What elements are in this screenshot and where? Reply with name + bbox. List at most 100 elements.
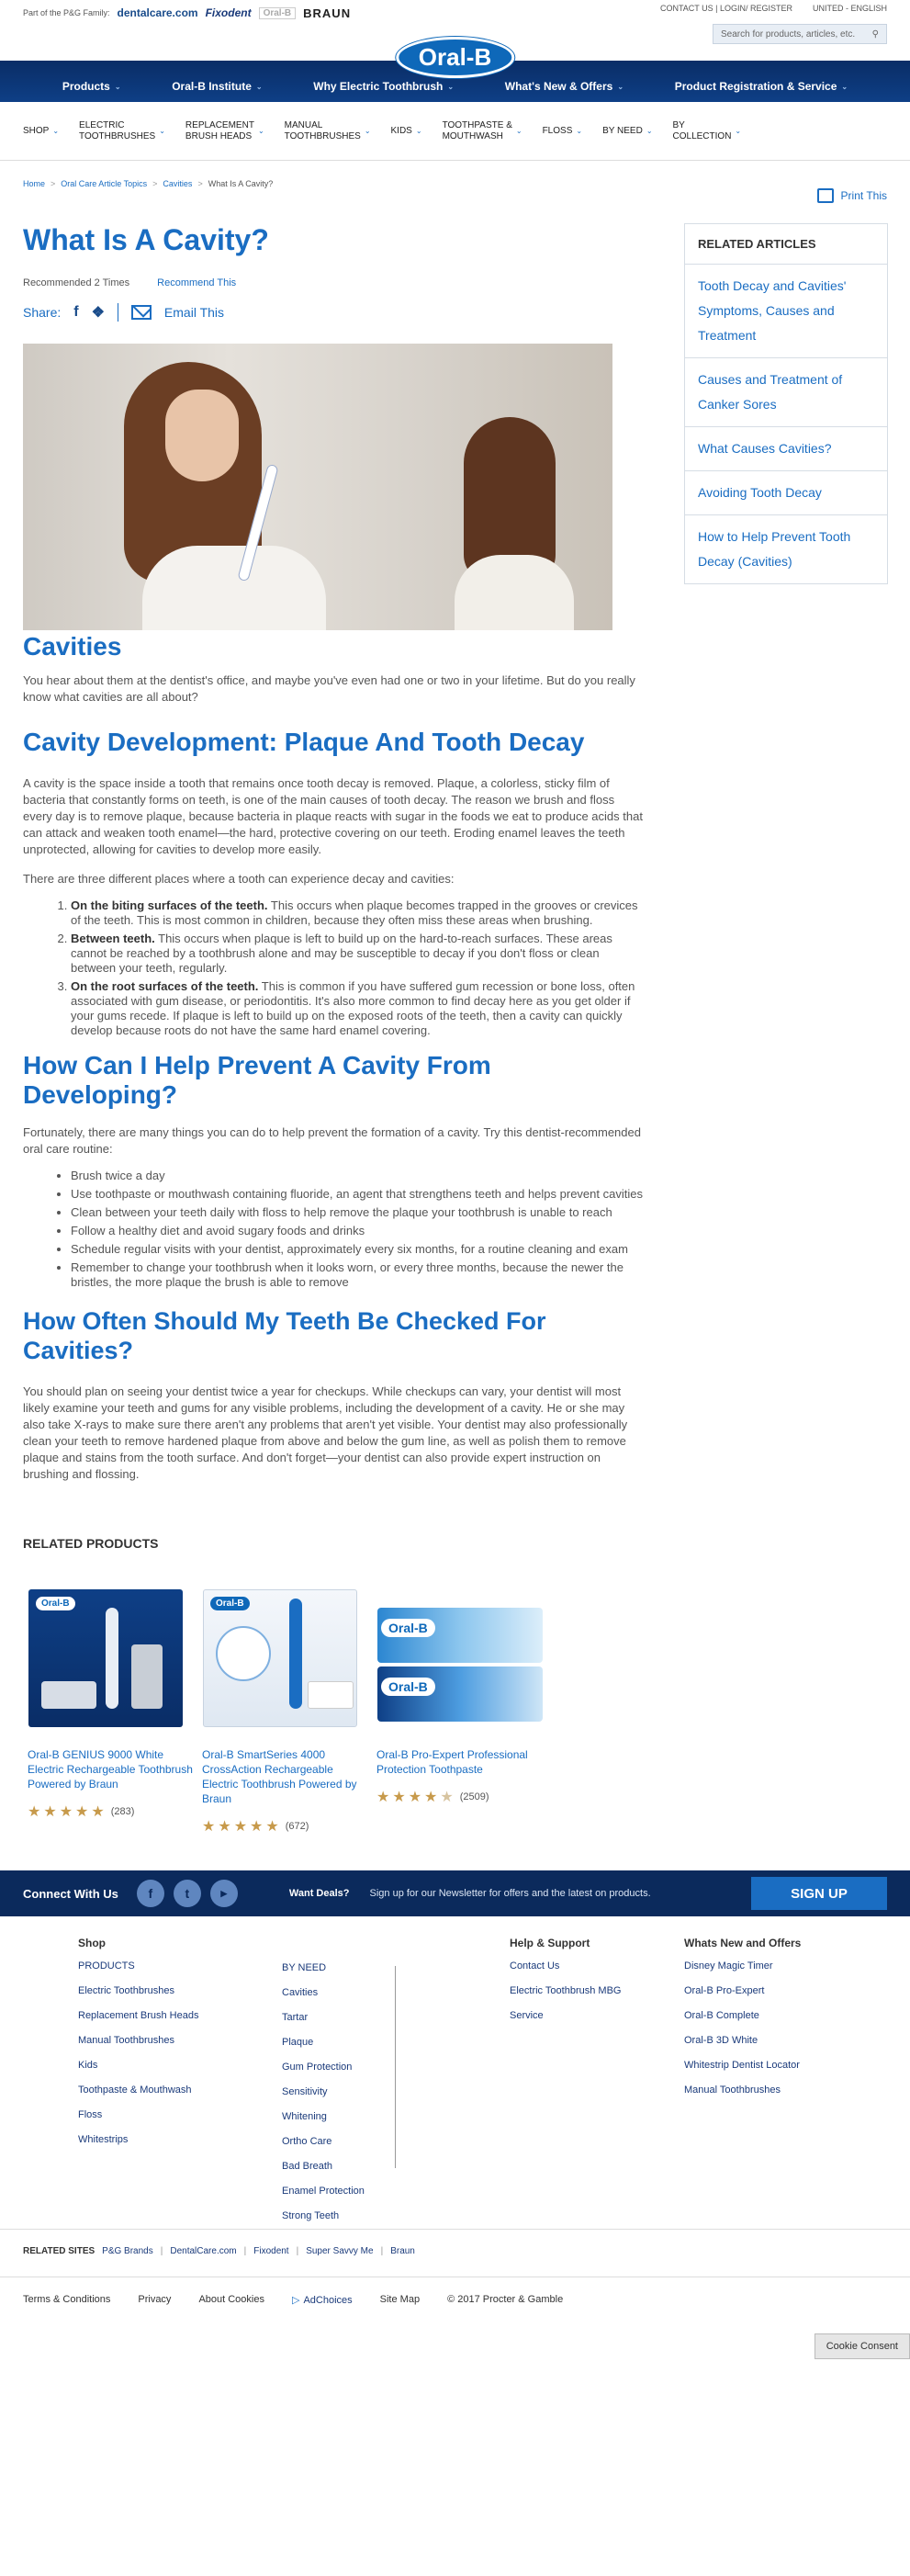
related-site-link[interactable]: DentalCare.com (170, 2246, 236, 2256)
related-article-link[interactable]: Avoiding Tooth Decay (685, 471, 887, 515)
sign-up-button[interactable]: SIGN UP (751, 1877, 887, 1910)
footer-link[interactable]: Tartar (282, 2012, 308, 2023)
facebook-icon[interactable]: f (73, 304, 78, 321)
oralb-small-logo[interactable]: Oral-B (258, 6, 297, 19)
printer-icon (816, 188, 834, 203)
footer-link[interactable]: Gum Protection (282, 2062, 352, 2073)
region-selector[interactable]: UNITED - ENGLISH (813, 4, 887, 13)
footer-link[interactable]: Replacement Brush Heads (78, 2010, 198, 2021)
product-name[interactable]: Oral-B Pro-Expert Professional Protectio… (372, 1747, 546, 1777)
product-image[interactable]: Oral-B (197, 1589, 372, 1736)
related-site-link[interactable]: Fixodent (253, 2246, 288, 2256)
footer-link[interactable]: Electric Toothbrush MBG (510, 1985, 621, 1996)
subnav-by-need[interactable]: BY NEED ⌄ (602, 126, 652, 137)
breadcrumb-cavities[interactable]: Cavities (163, 179, 192, 188)
cookie-consent-button[interactable]: Cookie Consent (814, 2333, 910, 2359)
privacy-link[interactable]: Privacy (138, 2294, 171, 2305)
subnav-shop[interactable]: SHOP ⌄ (23, 126, 59, 137)
footer-link[interactable]: Kids (78, 2060, 97, 2071)
footer-link[interactable]: Manual Toothbrushes (78, 2035, 174, 2046)
footer-link[interactable]: Oral-B Pro-Expert (684, 1985, 764, 1996)
contact-us-link[interactable]: CONTACT US (660, 4, 713, 13)
heading-cavity-development: Cavity Development: Plaque And Tooth Dec… (23, 728, 585, 756)
recommend-button[interactable]: Recommend This (157, 277, 236, 288)
print-button[interactable]: Print This (816, 188, 887, 203)
footer-link[interactable]: Oral-B Complete (684, 2010, 759, 2021)
footer-link[interactable]: Contact Us (510, 1960, 559, 1972)
terms-link[interactable]: Terms & Conditions (23, 2294, 110, 2305)
related-article-link[interactable]: Tooth Decay and Cavities' Symptoms, Caus… (685, 265, 887, 358)
email-this-link[interactable]: Email This (164, 305, 224, 320)
subnav-kids[interactable]: KIDS ⌄ (391, 126, 422, 137)
adchoices-link[interactable]: ▷ AdChoices (292, 2294, 353, 2307)
footer-link[interactable]: Whitestrips (78, 2134, 128, 2145)
twitter-icon[interactable]: t (173, 1880, 201, 1907)
youtube-icon[interactable]: ▶ (209, 1880, 238, 1907)
sitemap-link[interactable]: Site Map (380, 2294, 420, 2305)
footer-link[interactable]: Service (510, 2010, 544, 2021)
breadcrumb: Home > Oral Care Article Topics > Cavities… (23, 179, 274, 188)
product-image[interactable]: Oral-B Oral-B (372, 1589, 546, 1736)
footer-link[interactable]: Floss (78, 2109, 102, 2120)
footer-link[interactable]: Ortho Care (282, 2136, 331, 2147)
footer-link[interactable]: Cavities (282, 1987, 318, 1998)
product-name[interactable]: Oral-B GENIUS 9000 White Electric Rechar… (23, 1747, 197, 1791)
subnav-manual-toothbrushes[interactable]: MANUAL TOOTHBRUSHES ⌄ (285, 120, 371, 142)
footer-link[interactable]: Disney Magic Timer (684, 1960, 773, 1972)
list-item: Follow a healthy diet and avoid sugary f… (71, 1224, 643, 1238)
dentalcare-logo[interactable]: dentalcare.com (118, 6, 198, 19)
list-item: Use toothpaste or mouthwash containing f… (71, 1187, 643, 1202)
subnav-replacement-brush-heads[interactable]: REPLACEMENT BRUSH HEADS ⌄ (185, 120, 264, 142)
star-icon: ★ (43, 1804, 57, 1820)
product-image[interactable]: Oral-B (23, 1589, 197, 1736)
chevron-down-icon: ⌄ (255, 82, 263, 91)
nav-oralb-institute[interactable]: Oral-B Institute ⌄ (172, 80, 262, 93)
footer-link[interactable]: Bad Breath (282, 2161, 332, 2172)
braun-logo[interactable]: BRAUN (303, 6, 351, 20)
footer-link[interactable]: Sensitivity (282, 2086, 328, 2097)
footer-new-title: Whats New and Offers (684, 1937, 802, 1949)
oralb-logo[interactable]: Oral-B (395, 37, 515, 78)
nav-whats-new[interactable]: What's New & Offers ⌄ (505, 80, 624, 93)
star-icon: ★ (59, 1804, 73, 1820)
star-rating: ★ ★ ★ ★ ★ (672) (197, 1817, 372, 1836)
subnav-electric-toothbrushes[interactable]: ELECTRIC TOOTHBRUSHES ⌄ (79, 120, 165, 142)
related-article-link[interactable]: What Causes Cavities? (685, 427, 887, 471)
footer-link[interactable]: Oral-B 3D White (684, 2035, 758, 2046)
footer-link[interactable]: Electric Toothbrushes (78, 1985, 174, 1996)
fixodent-logo[interactable]: Fixodent (206, 6, 252, 19)
email-icon[interactable] (130, 305, 152, 320)
cookies-link[interactable]: About Cookies (198, 2294, 264, 2305)
footer-link[interactable]: BY NEED (282, 1962, 326, 1973)
star-icon: ★ (218, 1819, 231, 1835)
subnav-toothpaste-mouthwash[interactable]: TOOTHPASTE & MOUTHWASH ⌄ (443, 120, 522, 142)
subnav-floss[interactable]: FLOSS ⌄ (543, 126, 583, 137)
footer-link[interactable]: Toothpaste & Mouthwash (78, 2085, 192, 2096)
login-register-link[interactable]: LOGIN/ REGISTER (720, 4, 792, 13)
footer-link[interactable]: Whitestrip Dentist Locator (684, 2060, 800, 2071)
footer-link[interactable]: Enamel Protection (282, 2186, 365, 2197)
product-card[interactable]: Oral-B Oral-B Oral-B Pro-Expert Professi… (372, 1589, 546, 1836)
nav-why-electric[interactable]: Why Electric Toothbrush ⌄ (313, 80, 454, 93)
breadcrumb-topics[interactable]: Oral Care Article Topics (61, 179, 147, 188)
footer-link[interactable]: Strong Teeth (282, 2210, 339, 2221)
footer-link[interactable]: Plaque (282, 2037, 313, 2048)
product-card[interactable]: Oral-B Oral-B GENIUS 9000 White Electric… (23, 1589, 197, 1836)
related-site-link[interactable]: P&G Brands (102, 2246, 153, 2256)
twitter-icon[interactable]: ❖ (92, 303, 105, 322)
footer-link[interactable]: Whitening (282, 2111, 327, 2122)
nav-products[interactable]: Products ⌄ (62, 80, 121, 93)
related-article-link[interactable]: Causes and Treatment of Canker Sores (685, 358, 887, 427)
related-article-link[interactable]: How to Help Prevent Tooth Decay (Cavitie… (685, 515, 887, 583)
footer-link[interactable]: PRODUCTS (78, 1960, 135, 1972)
related-site-link[interactable]: Super Savvy Me (306, 2246, 373, 2256)
product-name[interactable]: Oral-B SmartSeries 4000 CrossAction Rech… (197, 1747, 372, 1806)
footer-link[interactable]: Manual Toothbrushes (684, 2085, 781, 2096)
breadcrumb-home[interactable]: Home (23, 179, 45, 188)
related-site-link[interactable]: Braun (390, 2246, 415, 2256)
nav-registration[interactable]: Product Registration & Service ⌄ (675, 80, 848, 93)
product-card[interactable]: Oral-B Oral-B SmartSeries 4000 CrossActi… (197, 1589, 372, 1836)
facebook-icon[interactable]: f (136, 1880, 164, 1907)
subnav-by-collection[interactable]: BY COLLECTION ⌄ (673, 120, 742, 142)
how-often-paragraph: You should plan on seeing your dentist t… (23, 1384, 628, 1481)
